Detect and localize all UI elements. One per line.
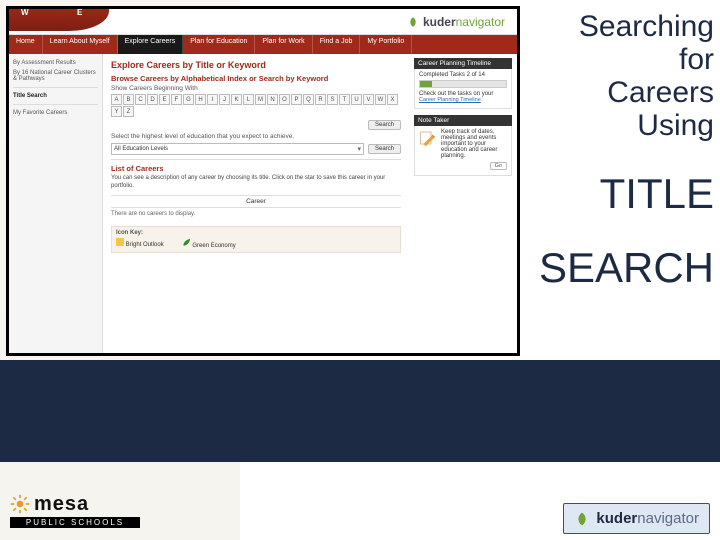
green-economy-label: Green Economy bbox=[192, 243, 235, 249]
letter-z[interactable]: Z bbox=[123, 106, 134, 117]
letter-c[interactable]: C bbox=[135, 94, 146, 105]
mesa-word: mesa bbox=[34, 493, 89, 516]
sidebar-item-clusters[interactable]: By 16 National Career Clusters & Pathway… bbox=[13, 68, 98, 84]
alpha-index: ABCDEFGHIJKLMNOPQRSTUVWX YZ bbox=[111, 94, 401, 117]
sidebar-item-title-search[interactable]: Title Search bbox=[13, 91, 98, 101]
sidebar-item-favorites[interactable]: My Favorite Careers bbox=[13, 108, 98, 118]
letter-g[interactable]: G bbox=[183, 94, 194, 105]
education-search-button[interactable]: Search bbox=[368, 144, 401, 154]
tab-plan-education[interactable]: Plan for Education bbox=[183, 35, 255, 54]
slide-big-1: TITLE bbox=[524, 172, 714, 216]
letter-m[interactable]: M bbox=[255, 94, 266, 105]
blue-band bbox=[0, 360, 720, 462]
bright-outlook-icon bbox=[116, 238, 124, 246]
letter-f[interactable]: F bbox=[171, 94, 182, 105]
green-economy-icon bbox=[182, 238, 191, 247]
slide-title-block: Searching for Careers Using TITLE SEARCH bbox=[524, 10, 714, 290]
letter-b[interactable]: B bbox=[123, 94, 134, 105]
letter-k[interactable]: K bbox=[231, 94, 242, 105]
chevron-down-icon: ▾ bbox=[357, 145, 361, 153]
tab-my-portfolio[interactable]: My Portfolio bbox=[360, 35, 412, 54]
leaf-icon bbox=[574, 511, 590, 527]
app-screenshot: W E kudernavigator Home Learn About Mysel… bbox=[6, 6, 520, 356]
letter-q[interactable]: Q bbox=[303, 94, 314, 105]
letter-u[interactable]: U bbox=[351, 94, 362, 105]
progress-bar bbox=[419, 80, 507, 88]
letter-i[interactable]: I bbox=[207, 94, 218, 105]
tab-explore-careers[interactable]: Explore Careers bbox=[118, 35, 184, 54]
letter-l[interactable]: L bbox=[243, 94, 254, 105]
letter-x[interactable]: X bbox=[387, 94, 398, 105]
slide-line-2: for bbox=[524, 43, 714, 76]
main-nav: Home Learn About Myself Explore Careers … bbox=[9, 35, 517, 54]
tab-home[interactable]: Home bbox=[9, 35, 43, 54]
education-label: Select the highest level of education th… bbox=[111, 133, 401, 140]
show-careers-label: Show Careers Beginning With bbox=[111, 85, 401, 92]
icon-key-title: Icon Key: bbox=[116, 230, 396, 236]
note-widget-header: Note Taker bbox=[414, 115, 512, 126]
letter-r[interactable]: R bbox=[315, 94, 326, 105]
sun-icon bbox=[10, 494, 30, 514]
letter-v[interactable]: V bbox=[363, 94, 374, 105]
tab-plan-work[interactable]: Plan for Work bbox=[255, 35, 312, 54]
list-title: List of Careers bbox=[111, 164, 401, 173]
footer: mesa PUBLIC SCHOOLS kudernavigator bbox=[0, 468, 720, 534]
leaf-icon bbox=[407, 16, 419, 28]
tab-learn-about-myself[interactable]: Learn About Myself bbox=[43, 35, 118, 54]
letter-t[interactable]: T bbox=[339, 94, 350, 105]
slide-line-3: Careers bbox=[524, 76, 714, 109]
empty-message: There are no careers to display. bbox=[111, 208, 401, 220]
planning-widget-header: Career Planning Timeline bbox=[414, 58, 512, 69]
letter-n[interactable]: N bbox=[267, 94, 278, 105]
letter-s[interactable]: S bbox=[327, 94, 338, 105]
letter-j[interactable]: J bbox=[219, 94, 230, 105]
completed-tasks-label: Completed Tasks 2 of 14 bbox=[419, 72, 507, 78]
slide-line-1: Searching bbox=[524, 10, 714, 43]
letter-e[interactable]: E bbox=[159, 94, 170, 105]
search-button[interactable]: Search bbox=[368, 120, 401, 130]
note-go-button[interactable]: Go bbox=[490, 162, 507, 170]
kuder-word: kuder bbox=[596, 510, 637, 527]
education-selected: All Education Levels bbox=[114, 146, 168, 152]
tab-find-job[interactable]: Find a Job bbox=[313, 35, 361, 54]
page-title: Explore Careers by Title or Keyword bbox=[111, 60, 401, 70]
main-content: Explore Careers by Title or Keyword Brow… bbox=[103, 54, 409, 353]
letter-a[interactable]: A bbox=[111, 94, 122, 105]
list-description: You can see a description of any career … bbox=[111, 175, 401, 191]
slide-big-2: SEARCH bbox=[524, 246, 714, 290]
mesa-subtitle: PUBLIC SCHOOLS bbox=[10, 517, 140, 528]
kuder-footer-logo: kudernavigator bbox=[563, 503, 710, 534]
browse-heading: Browse Careers by Alphabetical Index or … bbox=[111, 74, 401, 83]
letter-w[interactable]: W bbox=[375, 94, 386, 105]
sidebar-item-assessment[interactable]: By Assessment Results bbox=[13, 58, 98, 68]
career-column-header: Career bbox=[111, 195, 401, 208]
kuder-suffix: navigator bbox=[637, 510, 699, 527]
mesa-logo: mesa PUBLIC SCHOOLS bbox=[10, 486, 140, 534]
letter-y[interactable]: Y bbox=[111, 106, 122, 117]
letter-p[interactable]: P bbox=[291, 94, 302, 105]
right-sidebar: Career Planning Timeline Completed Tasks… bbox=[409, 54, 517, 353]
letter-d[interactable]: D bbox=[147, 94, 158, 105]
planning-widget: Completed Tasks 2 of 14 Check out the ta… bbox=[414, 69, 512, 109]
brand-name: kuder bbox=[423, 15, 456, 29]
brand-suffix: navigator bbox=[456, 15, 505, 29]
note-widget: Keep track of dates, meetings and events… bbox=[414, 126, 512, 176]
note-desc: Keep track of dates, meetings and events… bbox=[441, 129, 507, 159]
education-select[interactable]: All Education Levels ▾ bbox=[111, 143, 364, 155]
letter-h[interactable]: H bbox=[195, 94, 206, 105]
left-sidebar: By Assessment Results By 16 National Car… bbox=[9, 54, 103, 353]
bright-outlook-label: Bright Outlook bbox=[126, 242, 164, 248]
letter-o[interactable]: O bbox=[279, 94, 290, 105]
brand-logo: kudernavigator bbox=[407, 15, 505, 29]
icon-key-panel: Icon Key: Bright Outlook Green Economy bbox=[111, 226, 401, 253]
planning-timeline-link[interactable]: Career Planning Timeline bbox=[419, 97, 481, 103]
pencil-icon bbox=[419, 129, 437, 147]
slide-line-4: Using bbox=[524, 109, 714, 142]
progress-fill bbox=[420, 81, 432, 87]
